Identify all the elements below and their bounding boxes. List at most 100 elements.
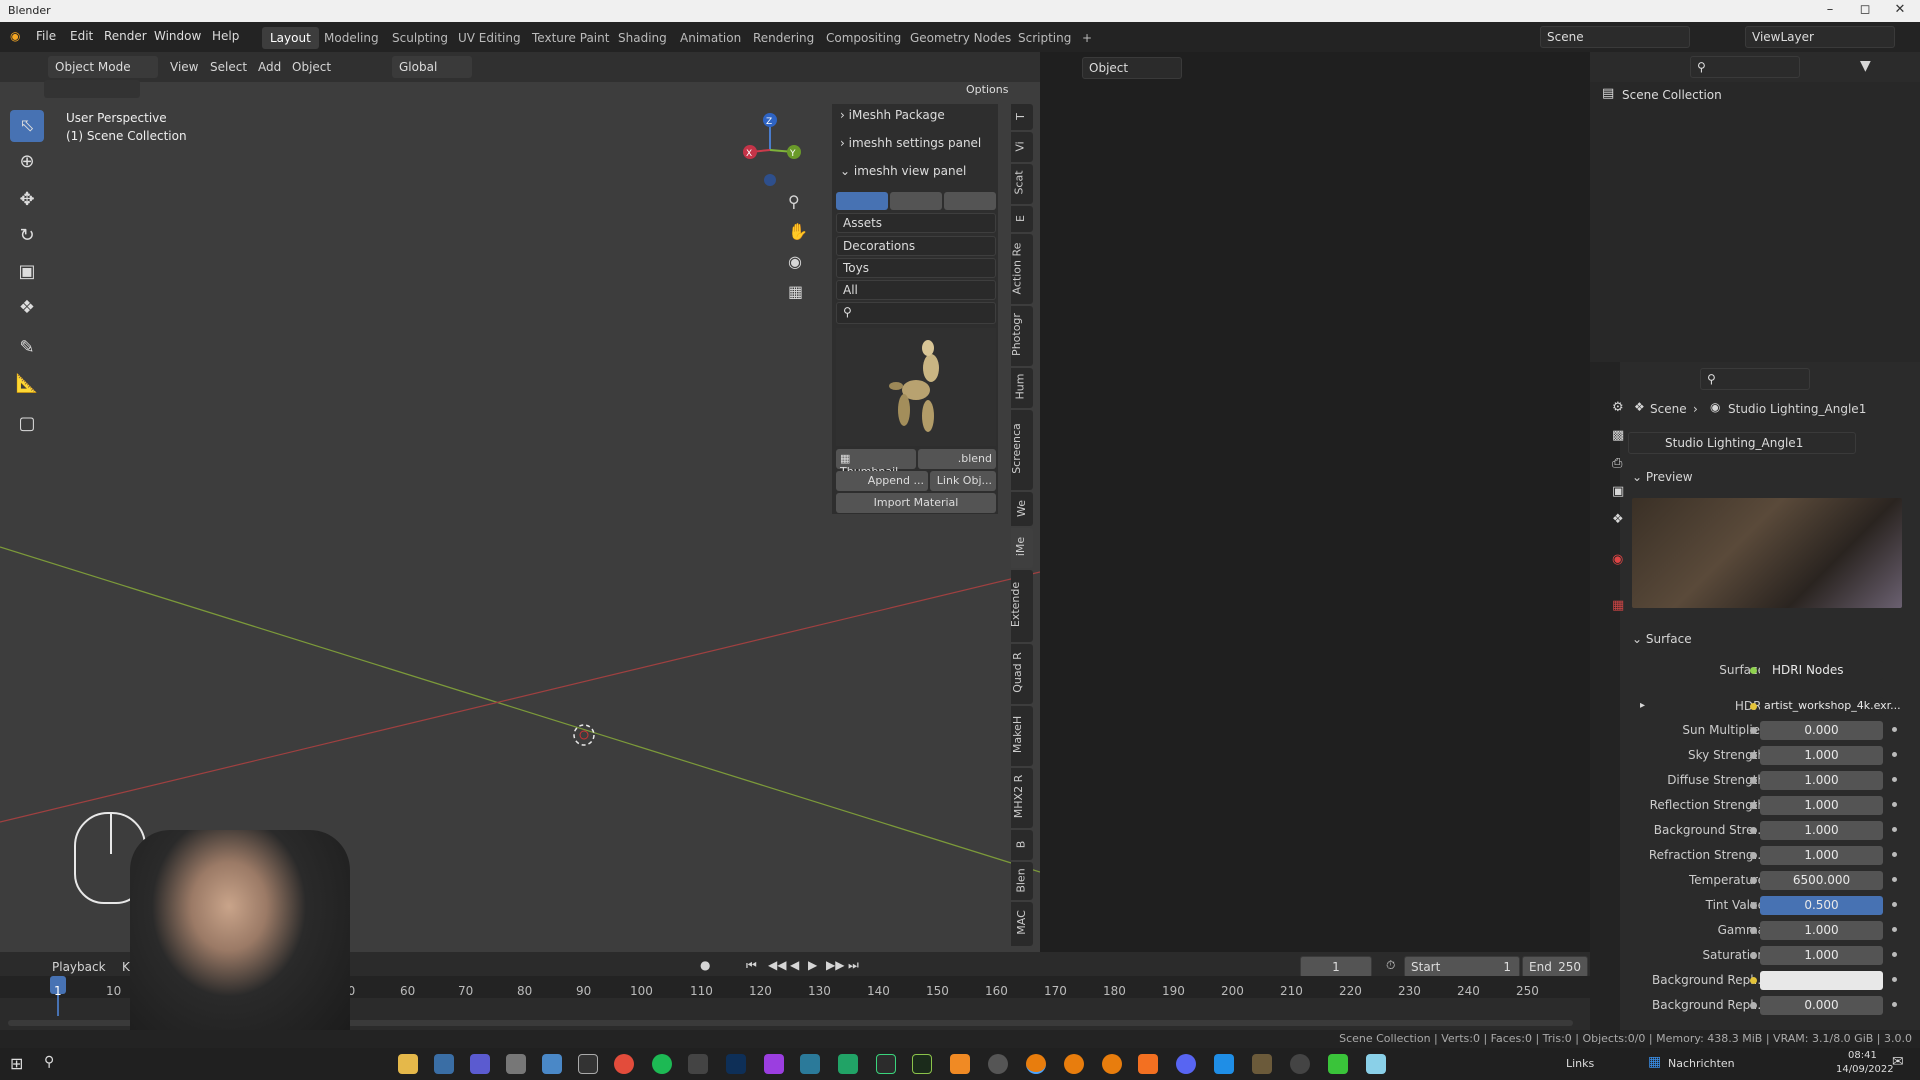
- keyframe-icon[interactable]: [1892, 977, 1897, 982]
- current-frame-field[interactable]: 1: [1300, 956, 1372, 978]
- next-keyframe-icon[interactable]: ▶▶: [826, 958, 844, 972]
- category-dropdown[interactable]: Decorations: [836, 236, 996, 256]
- filter-icon[interactable]: ▼: [1860, 58, 1871, 74]
- secondary-editor-area[interactable]: Object: [1040, 52, 1590, 952]
- measure-tool-icon[interactable]: 📐: [10, 368, 44, 400]
- camera-view-icon[interactable]: ◉: [788, 252, 802, 271]
- photoshop-icon[interactable]: [726, 1054, 746, 1074]
- asset-type-hdri-icon[interactable]: [944, 192, 996, 210]
- world-tab-icon[interactable]: ◉: [1612, 552, 1623, 567]
- file-explorer-icon[interactable]: [398, 1054, 418, 1074]
- output-tab-icon[interactable]: ⎙: [1612, 456, 1622, 471]
- tab-scripting[interactable]: Scripting: [1010, 27, 1079, 49]
- clock-date[interactable]: 14/09/2022: [1836, 1064, 1894, 1075]
- temperature-field[interactable]: 6500.000: [1760, 871, 1883, 890]
- texture-tab-icon[interactable]: ▦: [1612, 598, 1624, 613]
- blender-icon[interactable]: [1064, 1054, 1084, 1074]
- app-icon[interactable]: [1290, 1054, 1310, 1074]
- transform-tool-icon[interactable]: ❖: [10, 292, 44, 324]
- perspective-toggle-icon[interactable]: ▦: [788, 282, 803, 301]
- keyframe-icon[interactable]: [1892, 727, 1897, 732]
- menu-file[interactable]: File: [36, 29, 56, 43]
- substance-icon[interactable]: [876, 1054, 896, 1074]
- app-icon[interactable]: [1328, 1054, 1348, 1074]
- maximize-icon[interactable]: ◻: [1845, 2, 1885, 17]
- close-icon[interactable]: ✕: [1880, 2, 1920, 17]
- keyframe-icon[interactable]: [1892, 852, 1897, 857]
- painter-icon[interactable]: [912, 1054, 932, 1074]
- scene-selector[interactable]: Scene: [1540, 26, 1690, 48]
- tint-value-slider[interactable]: 0.500: [1760, 896, 1883, 915]
- news-label[interactable]: Nachrichten: [1668, 1057, 1735, 1070]
- menu-help[interactable]: Help: [212, 29, 239, 43]
- sidebar-tab-quad-remesher[interactable]: Quad R: [1011, 644, 1033, 704]
- annotate-tool-icon[interactable]: ✎: [10, 332, 44, 364]
- tab-layout[interactable]: Layout: [262, 27, 319, 49]
- clock-time[interactable]: 08:41: [1848, 1050, 1877, 1061]
- surface-shader-field[interactable]: HDRI Nodes: [1760, 661, 1883, 680]
- sidebar-tab-human[interactable]: Hum: [1011, 368, 1033, 408]
- blend-button[interactable]: .blend: [918, 449, 996, 469]
- panel-imeshh-settings[interactable]: › imeshh settings panel: [840, 136, 990, 158]
- transform-orientation-dropdown[interactable]: Global: [392, 56, 472, 78]
- windows-start-icon[interactable]: ⊞: [10, 1054, 23, 1073]
- sidebar-tab-action-re[interactable]: Action Re: [1010, 234, 1033, 304]
- search-icon[interactable]: ⚲: [44, 1054, 54, 1070]
- subcategory-dropdown[interactable]: Toys: [836, 258, 996, 278]
- sky-strength-field[interactable]: 1.000: [1760, 746, 1883, 765]
- notification-icon[interactable]: ✉: [1892, 1054, 1904, 1070]
- world-name-field[interactable]: Studio Lighting_Angle1: [1628, 432, 1856, 454]
- keyframe-icon[interactable]: [1892, 927, 1897, 932]
- app-icon[interactable]: [988, 1054, 1008, 1074]
- end-frame-field[interactable]: End 250: [1522, 956, 1588, 978]
- news-icon[interactable]: ▦: [1648, 1054, 1661, 1070]
- minimize-icon[interactable]: –: [1810, 2, 1850, 17]
- add-workspace-button[interactable]: +: [1074, 27, 1100, 49]
- sun-multiplier-field[interactable]: 0.000: [1760, 721, 1883, 740]
- discord-icon[interactable]: [1176, 1054, 1196, 1074]
- blender-icon[interactable]: [1102, 1054, 1122, 1074]
- app-icon[interactable]: [800, 1054, 820, 1074]
- scale-tool-icon[interactable]: ▣: [10, 256, 44, 288]
- keyframe-icon[interactable]: [1892, 777, 1897, 782]
- asset-search-input[interactable]: ⚲: [836, 302, 996, 324]
- menu-object[interactable]: Object: [292, 60, 331, 74]
- rotate-tool-icon[interactable]: ↻: [10, 220, 44, 252]
- panel-imeshh-package[interactable]: › iMeshh Package: [840, 108, 990, 130]
- menu-render[interactable]: Render: [104, 29, 147, 43]
- properties-search-input[interactable]: ⚲: [1700, 368, 1810, 390]
- sidebar-tab-blender[interactable]: Blen: [1011, 862, 1033, 900]
- prev-keyframe-icon[interactable]: ◀◀: [768, 958, 786, 972]
- app-icon[interactable]: [838, 1054, 858, 1074]
- reflection-strength-field[interactable]: 1.000: [1760, 796, 1883, 815]
- store-icon[interactable]: [434, 1054, 454, 1074]
- sidebar-tab-tool[interactable]: T: [1011, 104, 1033, 130]
- tray-links-label[interactable]: Links: [1566, 1057, 1594, 1070]
- tab-compositing[interactable]: Compositing: [818, 27, 909, 49]
- tab-sculpting[interactable]: Sculpting: [384, 27, 456, 49]
- chrome-icon[interactable]: [614, 1054, 634, 1074]
- keyframe-icon[interactable]: [1892, 902, 1897, 907]
- menu-window[interactable]: Window: [154, 29, 201, 43]
- mode-dropdown[interactable]: Object Mode: [48, 56, 158, 78]
- app-icon[interactable]: [1366, 1054, 1386, 1074]
- outliner[interactable]: ⚲ ▼ ▤ Scene Collection: [1590, 52, 1920, 362]
- selection-mode-buttons[interactable]: [44, 80, 140, 98]
- view-layer-tab-icon[interactable]: ▣: [1612, 484, 1624, 499]
- panel-imeshh-view[interactable]: ⌄ imeshh view panel: [840, 164, 990, 186]
- tab-texture-paint[interactable]: Texture Paint: [524, 27, 617, 49]
- asset-thumbnail[interactable]: [836, 328, 996, 446]
- surface-section-header[interactable]: ⌄ Surface: [1632, 632, 1692, 646]
- sidebar-tab-we[interactable]: We: [1011, 492, 1033, 526]
- keyframe-icon[interactable]: [1892, 827, 1897, 832]
- app-icon[interactable]: [688, 1054, 708, 1074]
- hdri-file-field[interactable]: artist_workshop_4k.exr...: [1760, 697, 1901, 716]
- outliner-search-input[interactable]: ⚲: [1690, 56, 1800, 78]
- render-tab-icon[interactable]: ▩: [1612, 428, 1624, 443]
- jump-start-icon[interactable]: ⏮: [746, 958, 757, 973]
- app-icon[interactable]: [1252, 1054, 1272, 1074]
- app-icon[interactable]: [950, 1054, 970, 1074]
- filter-dropdown[interactable]: All: [836, 280, 996, 300]
- preview-section-header[interactable]: ⌄ Preview: [1632, 470, 1693, 484]
- start-frame-field[interactable]: Start 1: [1404, 956, 1520, 978]
